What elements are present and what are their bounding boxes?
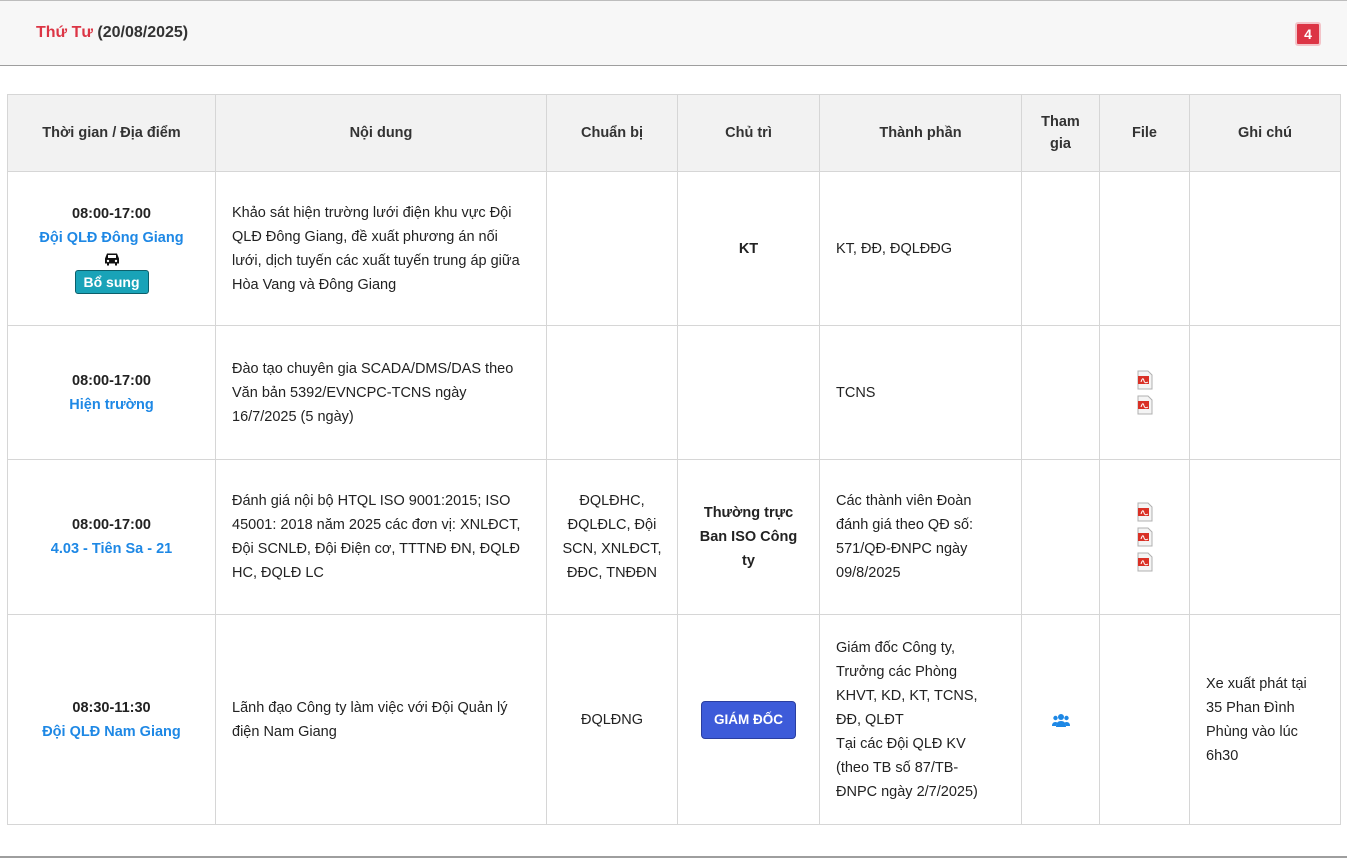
table-row: 08:00-17:00 4.03 - Tiên Sa - 21 Đánh giá… [7,459,1341,615]
prepare-cell: ĐQLĐHC, ĐQLĐLC, Đội SCN, XNLĐCT, ĐĐC, TN… [546,459,678,615]
participants-line: Giám đốc Công ty, [836,639,956,656]
content-cell: Khảo sát hiện trường lưới điện khu vực Đ… [215,171,547,326]
time-location-cell: 08:30-11:30 Đội QLĐ Nam Giang [7,614,216,825]
time-location-cell: 08:00-17:00 Đội QLĐ Đông Giang Bổ sung [7,171,216,326]
participants-line: ĐĐ, QLĐT [836,711,904,728]
file-cell [1099,459,1190,615]
participants-line: (theo TB số 87/TB- [836,759,959,776]
prepare-cell [546,171,678,326]
car-icon [104,253,119,266]
host-cell: Thường trực Ban ISO Công ty [677,459,820,615]
col-header-participants: Thành phần [819,94,1022,172]
col-header-note: Ghi chú [1189,94,1341,172]
host-cell [677,325,820,460]
col-header-content: Nội dung [215,94,547,172]
pdf-file-icon[interactable] [1137,527,1153,547]
attend-cell [1021,614,1100,825]
content-cell: Lãnh đạo Công ty làm việc với Đội Quản l… [215,614,547,825]
note-cell [1189,459,1341,615]
participants-cell: Các thành viên Đoàn đánh giá theo QĐ số:… [819,459,1022,615]
event-location-link[interactable]: Đội QLĐ Đông Giang [24,226,199,250]
file-cell [1099,614,1190,825]
content-cell: Đào tạo chuyên gia SCADA/DMS/DAS theo Vă… [215,325,547,460]
participants-line: Trưởng các Phòng [836,663,958,680]
participants-line: Tại các Đội QLĐ KV [836,735,966,752]
pdf-file-icon[interactable] [1137,502,1153,522]
prepare-cell [546,325,678,460]
col-header-attend: Tham gia [1021,94,1100,172]
participants-cell: KT, ĐĐ, ĐQLĐĐG [819,171,1022,326]
table-row: 08:30-11:30 Đội QLĐ Nam Giang Lãnh đạo C… [7,614,1341,825]
event-time: 08:30-11:30 [72,699,151,716]
attend-cell [1021,325,1100,460]
event-count-badge: 4 [1295,22,1321,46]
supplement-badge-button[interactable]: Bổ sung [74,270,149,294]
participants-cell: TCNS [819,325,1022,460]
event-time: 08:00-17:00 [72,517,151,533]
note-cell: Xe xuất phát tại 35 Phan Đình Phùng vào … [1189,614,1341,825]
host-cell: KT [677,171,820,326]
day-header: Thứ Tư (20/08/2025) 4 [0,0,1347,66]
pdf-file-icon[interactable] [1137,395,1153,415]
col-header-prepare: Chuẩn bị [546,94,678,172]
col-header-time-location: Thời gian / Địa điểm [7,94,216,172]
participants-cell: Giám đốc Công ty, Trưởng các Phòng KHVT,… [819,614,1022,825]
attend-cell [1021,171,1100,326]
pdf-file-icon[interactable] [1137,370,1153,390]
time-location-cell: 08:00-17:00 4.03 - Tiên Sa - 21 [7,459,216,615]
day-title: Thứ Tư (20/08/2025) [36,24,188,42]
host-cell: GIÁM ĐỐC [677,614,820,825]
prepare-cell: ĐQLĐNG [546,614,678,825]
table-row: 08:00-17:00 Đội QLĐ Đông Giang Bổ sung K… [7,171,1341,326]
time-location-cell: 08:00-17:00 Hiện trường [7,325,216,460]
table-row: 08:00-17:00 Hiện trường Đào tạo chuyên g… [7,325,1341,460]
participants-line: ĐNPC ngày 2/7/2025) [836,783,978,800]
note-cell [1189,325,1341,460]
users-group-icon[interactable] [1051,713,1070,727]
col-header-participants-label: Thành phần [879,125,962,141]
schedule-table: Thời gian / Địa điểm Nội dung Chuẩn bị C… [7,94,1341,825]
director-button[interactable]: GIÁM ĐỐC [701,700,796,739]
file-cell [1099,171,1190,326]
attend-cell [1021,459,1100,615]
file-cell [1099,325,1190,460]
day-date: (20/08/2025) [97,24,189,41]
event-time: 08:00-17:00 [72,372,151,389]
col-header-host: Chủ trì [677,94,820,172]
col-header-file: File [1099,94,1190,172]
participants-line: KHVT, KD, KT, TCNS, [836,687,978,704]
event-location-link[interactable]: Đội QLĐ Nam Giang [24,720,199,744]
event-time: 08:00-17:00 [72,206,151,222]
day-name: Thứ Tư [36,24,93,41]
content-cell: Đánh giá nội bộ HTQL ISO 9001:2015; ISO … [215,459,547,615]
pdf-file-icon[interactable] [1137,552,1153,572]
note-cell [1189,171,1341,326]
table-header-row: Thời gian / Địa điểm Nội dung Chuẩn bị C… [7,94,1341,172]
event-location-link[interactable]: 4.03 - Tiên Sa - 21 [24,537,199,561]
event-location-link[interactable]: Hiện trường [24,393,199,417]
